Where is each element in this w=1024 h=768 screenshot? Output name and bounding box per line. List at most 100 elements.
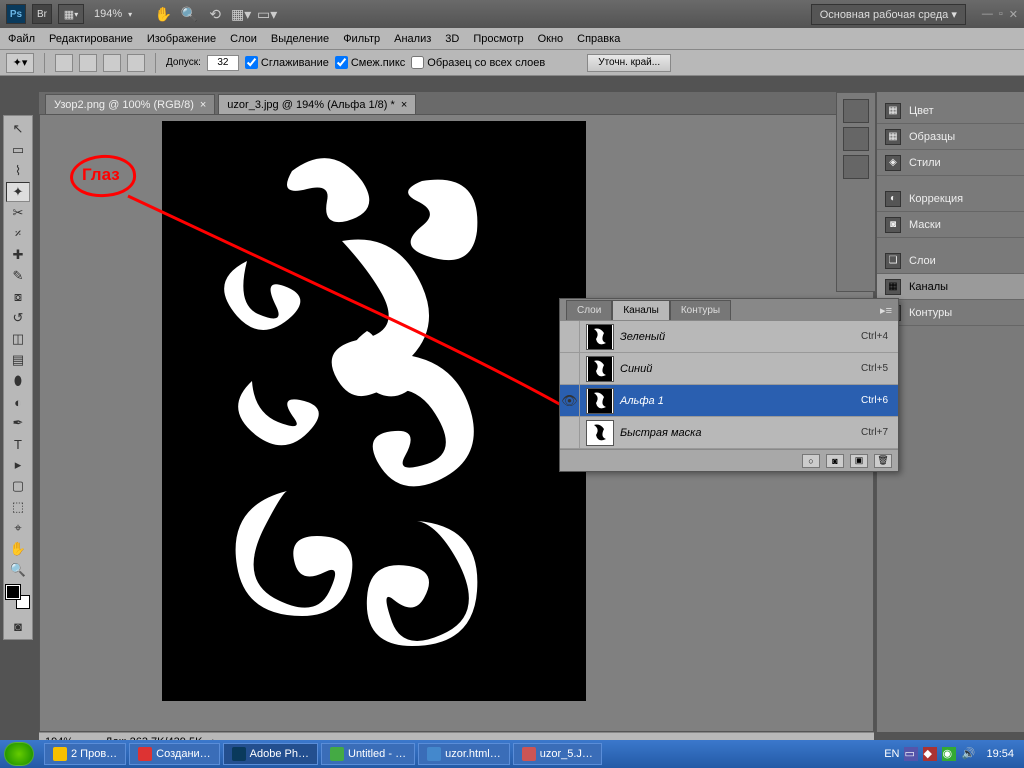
taskbar-item[interactable]: uzor.html… — [418, 743, 510, 765]
visibility-toggle[interactable] — [560, 417, 580, 449]
stamp-tool-icon[interactable]: ⧇ — [6, 287, 30, 307]
crop-tool-icon[interactable]: ✂ — [6, 203, 30, 223]
selection-new-icon[interactable] — [55, 54, 73, 72]
taskbar-item[interactable]: Untitled - … — [321, 743, 415, 765]
refine-edge-button[interactable]: Уточн. край... — [587, 54, 671, 72]
taskbar-item[interactable]: Adobe Ph… — [223, 743, 318, 765]
menu-image[interactable]: Изображение — [147, 33, 216, 45]
blur-tool-icon[interactable]: ⬮ — [6, 371, 30, 391]
tray-icon[interactable]: 🔊 — [961, 747, 975, 761]
contiguous-checkbox[interactable]: Смеж.пикс — [335, 56, 405, 69]
start-button[interactable] — [4, 742, 34, 766]
brush-tool-icon[interactable]: ✎ — [6, 266, 30, 286]
workspace-switcher[interactable]: Основная рабочая среда ▾ — [811, 4, 966, 25]
panel-adjustments[interactable]: ◐Коррекция — [877, 186, 1024, 212]
quick-mask-icon[interactable]: ◙ — [6, 616, 30, 636]
menu-view[interactable]: Просмотр — [473, 33, 523, 45]
arrange-icon[interactable]: ▦▾ — [232, 5, 250, 23]
visibility-toggle[interactable]: 👁 — [560, 385, 580, 417]
selection-add-icon[interactable] — [79, 54, 97, 72]
marquee-tool-icon[interactable]: ▭ — [6, 140, 30, 160]
magic-wand-tool-icon[interactable]: ✦ — [6, 182, 30, 202]
hand-tool-icon[interactable]: ✋ — [6, 539, 30, 559]
dodge-tool-icon[interactable]: ◐ — [6, 392, 30, 412]
channel-row[interactable]: 👁 Альфа 1 Ctrl+6 — [560, 385, 898, 417]
taskbar-item[interactable]: uzor_5.J… — [513, 743, 602, 765]
rotate-icon[interactable]: ⟲ — [206, 5, 224, 23]
history-brush-tool-icon[interactable]: ↺ — [6, 308, 30, 328]
language-indicator[interactable]: EN — [884, 748, 899, 760]
tray-icon[interactable]: ◉ — [942, 747, 956, 761]
tray-icon[interactable]: ▭ — [904, 747, 918, 761]
strip-icon[interactable] — [843, 127, 869, 151]
bridge-icon[interactable]: Br — [32, 4, 52, 24]
photoshop-icon[interactable]: Ps — [6, 4, 26, 24]
channel-row[interactable]: Синий Ctrl+5 — [560, 353, 898, 385]
healing-tool-icon[interactable]: ✚ — [6, 245, 30, 265]
visibility-toggle[interactable] — [560, 353, 580, 385]
zoom-tool-icon[interactable]: 🔍 — [6, 560, 30, 580]
panel-styles[interactable]: ◈Стили — [877, 150, 1024, 176]
panel-masks[interactable]: ◙Маски — [877, 212, 1024, 238]
visibility-toggle[interactable] — [560, 321, 580, 353]
magic-wand-icon[interactable]: ✦▾ — [6, 53, 34, 73]
lasso-tool-icon[interactable]: ⌇ — [6, 161, 30, 181]
new-channel-icon[interactable]: ▣ — [850, 454, 868, 468]
path-select-tool-icon[interactable]: ▸ — [6, 455, 30, 475]
panel-color[interactable]: ▦Цвет — [877, 98, 1024, 124]
tab-channels[interactable]: Каналы — [612, 300, 670, 320]
panel-layers[interactable]: ❏Слои — [877, 248, 1024, 274]
menu-edit[interactable]: Редактирование — [49, 33, 133, 45]
menu-window[interactable]: Окно — [538, 33, 564, 45]
tab-layers[interactable]: Слои — [566, 300, 612, 320]
menu-analysis[interactable]: Анализ — [394, 33, 431, 45]
taskbar-item[interactable]: Создани… — [129, 743, 220, 765]
maximize-button[interactable]: ▫ — [999, 8, 1003, 21]
gradient-tool-icon[interactable]: ▤ — [6, 350, 30, 370]
eyedropper-tool-icon[interactable]: 𝄎 — [6, 224, 30, 244]
tray-icon[interactable]: ◆ — [923, 747, 937, 761]
shape-tool-icon[interactable]: ▢ — [6, 476, 30, 496]
selection-intersect-icon[interactable] — [127, 54, 145, 72]
taskbar-item[interactable]: 2 Пров… — [44, 743, 126, 765]
foreground-color[interactable] — [6, 585, 20, 599]
minimize-button[interactable]: — — [982, 8, 993, 21]
clock[interactable]: 19:54 — [980, 748, 1020, 760]
panel-swatches[interactable]: ▦Образцы — [877, 124, 1024, 150]
document-canvas[interactable] — [162, 121, 586, 701]
panel-channels[interactable]: ▦Каналы — [877, 274, 1024, 300]
eraser-tool-icon[interactable]: ◫ — [6, 329, 30, 349]
selection-subtract-icon[interactable] — [103, 54, 121, 72]
doc-tab[interactable]: uzor_3.jpg @ 194% (Альфа 1/8) *× — [218, 94, 416, 114]
antialias-checkbox[interactable]: Сглаживание — [245, 56, 329, 69]
channel-row[interactable]: Зеленый Ctrl+4 — [560, 321, 898, 353]
menu-help[interactable]: Справка — [577, 33, 620, 45]
panel-menu-icon[interactable]: ▸≡ — [874, 304, 898, 317]
menu-3d[interactable]: 3D — [445, 33, 459, 45]
mini-bridge-button[interactable]: ▦▾ — [58, 4, 84, 24]
close-icon[interactable]: × — [200, 99, 206, 111]
menu-select[interactable]: Выделение — [271, 33, 329, 45]
close-icon[interactable]: × — [401, 99, 407, 111]
screen-mode-icon[interactable]: ▭▾ — [258, 5, 276, 23]
strip-icon[interactable] — [843, 99, 869, 123]
hand-icon[interactable]: ✋ — [154, 5, 172, 23]
tab-paths[interactable]: Контуры — [670, 300, 731, 320]
menu-filter[interactable]: Фильтр — [343, 33, 380, 45]
color-swatch[interactable] — [6, 585, 30, 609]
pen-tool-icon[interactable]: ✒ — [6, 413, 30, 433]
close-button[interactable]: ✕ — [1009, 8, 1018, 21]
tolerance-input[interactable] — [207, 55, 239, 71]
menu-file[interactable]: Файл — [8, 33, 35, 45]
strip-icon[interactable] — [843, 155, 869, 179]
3d-tool-icon[interactable]: ⬚ — [6, 497, 30, 517]
type-tool-icon[interactable]: T — [6, 434, 30, 454]
zoom-icon[interactable]: 🔍 — [180, 5, 198, 23]
save-selection-icon[interactable]: ◙ — [826, 454, 844, 468]
all-layers-checkbox[interactable]: Образец со всех слоев — [411, 56, 545, 69]
load-selection-icon[interactable]: ○ — [802, 454, 820, 468]
panel-paths[interactable]: ⟋Контуры — [877, 300, 1024, 326]
3d-camera-tool-icon[interactable]: ⌖ — [6, 518, 30, 538]
menu-layers[interactable]: Слои — [230, 33, 257, 45]
channel-row[interactable]: Быстрая маска Ctrl+7 — [560, 417, 898, 449]
